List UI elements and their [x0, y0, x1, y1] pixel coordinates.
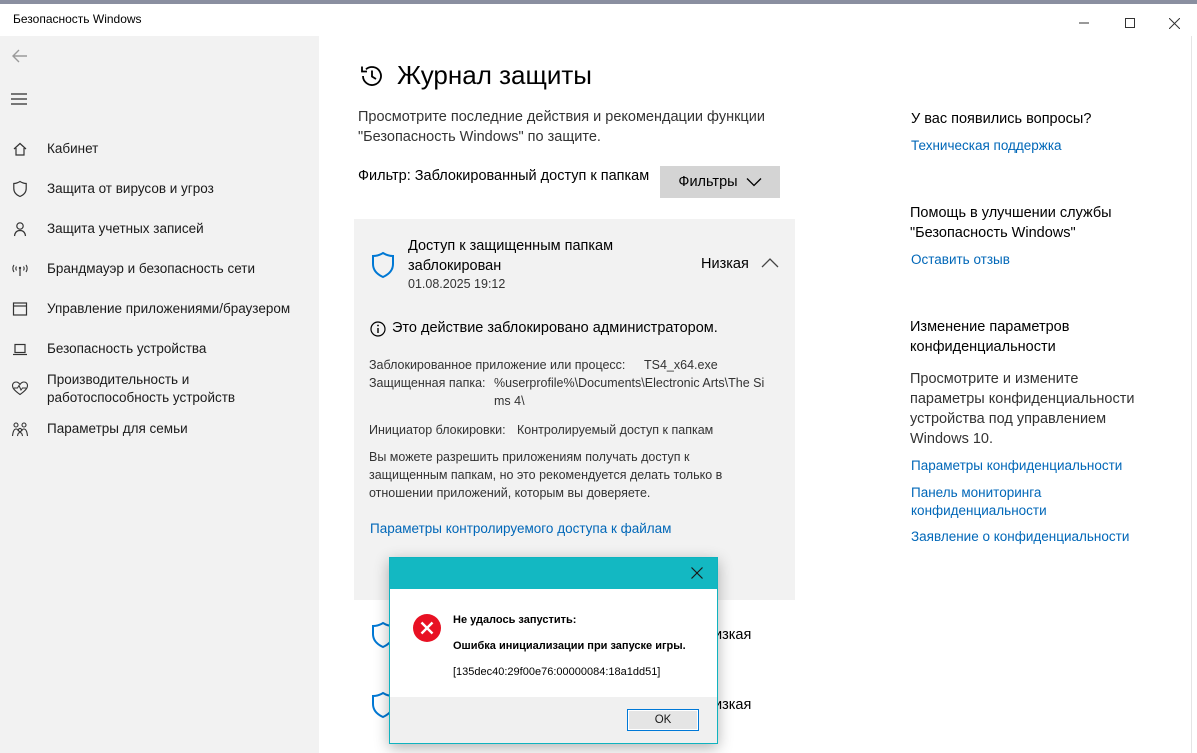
sidebar-item-label: Безопасность устройства	[47, 341, 207, 356]
minimize-icon	[1079, 22, 1089, 24]
minimize-button[interactable]	[1061, 8, 1107, 38]
error-icon	[412, 613, 442, 643]
chevron-up-icon	[761, 258, 779, 268]
back-button[interactable]	[10, 46, 30, 66]
page-title: Журнал защиты	[397, 60, 592, 90]
support-link[interactable]: Техническая поддержка	[911, 137, 1062, 155]
app-browser-icon	[11, 300, 29, 318]
dialog-line-2: Ошибка инициализации при запуске игры.	[453, 640, 686, 652]
wifi-icon	[11, 260, 29, 278]
shield-icon	[370, 251, 396, 279]
sidebar-item-label: Производительность и работоспособность у…	[47, 372, 236, 405]
info-icon	[370, 321, 386, 337]
protected-folder-label: Защищенная папка:	[369, 376, 486, 390]
sidebar-item-virus-protection[interactable]: Защита от вирусов и угроз	[0, 179, 319, 199]
privacy-dashboard-link[interactable]: Панель мониторинга конфиденциальности	[911, 484, 1071, 520]
person-icon	[11, 220, 29, 238]
initiator-value: Контролируемый доступ к папкам	[517, 423, 714, 437]
allow-info-text: Вы можете разрешить приложениям получать…	[369, 450, 723, 500]
filters-button[interactable]: Фильтры	[660, 166, 780, 198]
protection-event-card: Доступ к защищенным папкам заблокирован …	[354, 219, 795, 600]
scrollbar[interactable]	[1191, 36, 1197, 753]
sidebar-item-device-security[interactable]: Безопасность устройства	[0, 339, 319, 359]
sidebar-item-home[interactable]: Кабинет	[0, 139, 319, 159]
title-bar: Безопасность Windows	[0, 4, 1197, 36]
event-title: Доступ к защищенным папкам заблокирован	[408, 238, 614, 274]
history-icon	[358, 62, 386, 90]
dialog-title-bar	[390, 558, 717, 589]
heart-pulse-icon	[11, 379, 29, 397]
dialog-close-button[interactable]	[690, 566, 706, 582]
questions-header: У вас появились вопросы?	[911, 111, 1092, 127]
blocked-app-label: Заблокированное приложение или процесс:	[369, 358, 626, 372]
error-dialog: Не удалось запустить: Ошибка инициализац…	[389, 557, 718, 744]
sidebar-item-label: Защита учетных записей	[47, 221, 204, 236]
severity-label: изкая	[714, 627, 752, 643]
severity-label: изкая	[714, 697, 752, 713]
family-icon	[11, 420, 29, 438]
event-date: 01.08.2025 19:12	[408, 277, 506, 291]
protected-folder-value: %userprofile%\Documents\Electronic Arts\…	[494, 376, 765, 408]
privacy-statement-link[interactable]: Заявление о конфиденциальности	[911, 528, 1129, 546]
chevron-down-icon	[746, 178, 762, 187]
back-arrow-icon	[12, 49, 27, 63]
initiator-label: Инициатор блокировки:	[369, 423, 506, 437]
blocked-app-value: TS4_x64.exe	[644, 358, 718, 372]
sidebar-item-app-browser[interactable]: Управление приложениями/браузером	[0, 299, 319, 319]
close-icon	[691, 567, 703, 579]
maximize-icon	[1125, 18, 1135, 28]
window-title: Безопасность Windows	[13, 12, 142, 26]
sidebar: Кабинет Защита от вирусов и угроз Защита…	[0, 36, 319, 753]
page-description: Просмотрите последние действия и рекомен…	[358, 109, 765, 145]
hamburger-icon	[11, 93, 27, 105]
filter-label: Фильтр: Заблокированный доступ к папкам	[358, 168, 650, 184]
dialog-line-1: Не удалось запустить:	[453, 614, 577, 626]
privacy-settings-link[interactable]: Параметры конфиденциальности	[911, 457, 1122, 475]
laptop-icon	[11, 340, 29, 358]
filters-button-label: Фильтры	[678, 174, 738, 190]
severity-label: Низкая	[701, 256, 749, 272]
sidebar-item-account-protection[interactable]: Защита учетных записей	[0, 219, 319, 239]
sidebar-item-label: Управление приложениями/браузером	[47, 301, 291, 316]
sidebar-item-firewall[interactable]: Брандмауэр и безопасность сети	[0, 259, 319, 279]
home-icon	[11, 140, 29, 158]
sidebar-item-family[interactable]: Параметры для семьи	[0, 419, 319, 439]
shield-icon	[11, 180, 29, 198]
sidebar-item-label: Параметры для семьи	[47, 421, 188, 436]
close-window-button[interactable]	[1151, 8, 1197, 38]
improve-header: Помощь в улучшении службы "Безопасность …	[910, 205, 1112, 241]
ok-button[interactable]: OK	[627, 709, 699, 731]
dialog-body: Не удалось запустить: Ошибка инициализац…	[390, 589, 717, 697]
sidebar-item-label: Кабинет	[47, 141, 99, 156]
privacy-text: Просмотрите и измените параметры конфиде…	[910, 371, 1135, 447]
controlled-folder-access-link[interactable]: Параметры контролируемого доступа к файл…	[370, 521, 671, 536]
sidebar-item-label: Защита от вирусов и угроз	[47, 181, 214, 196]
hamburger-menu-button[interactable]	[10, 91, 28, 107]
maximize-button[interactable]	[1107, 8, 1153, 38]
collapse-button[interactable]	[761, 256, 781, 272]
sidebar-item-label: Брандмауэр и безопасность сети	[47, 261, 256, 276]
dialog-error-code: [135dec40:29f00e76:00000084:18a1dd51]	[453, 666, 661, 678]
admin-notice: Это действие заблокировано администратор…	[392, 320, 718, 336]
privacy-header: Изменение параметров конфиденциальности	[910, 319, 1070, 355]
feedback-link[interactable]: Оставить отзыв	[911, 251, 1010, 269]
sidebar-item-device-performance[interactable]: Производительность и работоспособность у…	[0, 370, 319, 408]
close-icon	[1168, 17, 1180, 29]
